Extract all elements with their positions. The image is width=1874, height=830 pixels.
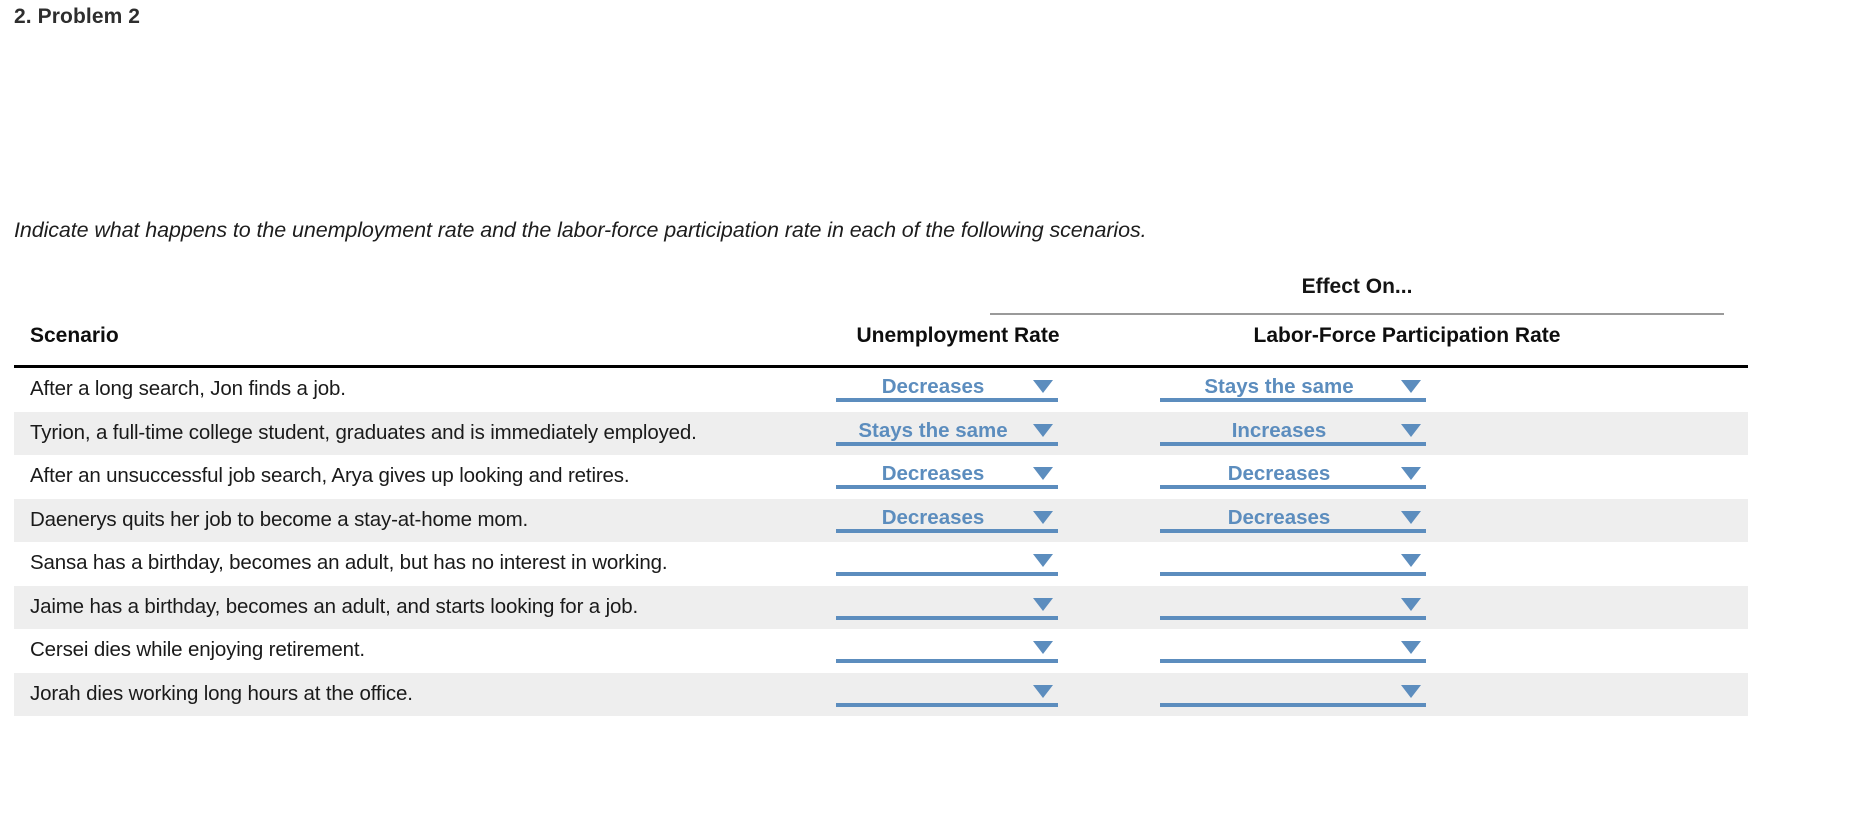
scenario-label: Tyrion, a full-time college student, gra… bbox=[30, 420, 697, 444]
dropdown-inner[interactable]: Stays the same bbox=[836, 416, 1058, 446]
dropdown-unemployment-rate[interactable] bbox=[836, 590, 1058, 626]
dropdown-labor-force-participation-rate[interactable]: Increases bbox=[1160, 416, 1426, 452]
dropdown-underline bbox=[836, 441, 1058, 446]
table-row: Jaime has a birthday, becomes an adult, … bbox=[14, 585, 1748, 629]
column-header-row: Scenario Unemployment Rate Labor-Force P… bbox=[14, 321, 1748, 363]
column-header-scenario: Scenario bbox=[30, 324, 119, 347]
table-row: Jorah dies working long hours at the off… bbox=[14, 672, 1748, 716]
dropdown-underline bbox=[1160, 659, 1426, 663]
dropdown-underline bbox=[1160, 528, 1426, 533]
instructions-text: Indicate what happens to the unemploymen… bbox=[14, 218, 1147, 242]
dropdown-labor-force-participation-rate[interactable]: Decreases bbox=[1160, 503, 1426, 539]
dropdown-underline bbox=[836, 528, 1058, 533]
dropdown-inner[interactable]: Decreases bbox=[836, 459, 1058, 489]
column-header-labor-force-participation-rate: Labor-Force Participation Rate bbox=[1253, 324, 1561, 347]
table-row: Tyrion, a full-time college student, gra… bbox=[14, 411, 1748, 455]
scenario-label: After an unsuccessful job search, Arya g… bbox=[30, 464, 630, 487]
group-header-effect-on: Effect On... bbox=[1301, 275, 1413, 298]
dropdown-inner[interactable]: Decreases bbox=[1160, 503, 1426, 533]
page-title: 2. Problem 2 bbox=[14, 5, 141, 28]
scenario-label: Jorah dies working long hours at the off… bbox=[30, 681, 413, 705]
dropdown-labor-force-participation-rate[interactable] bbox=[1160, 590, 1426, 626]
column-header-unemployment-rate: Unemployment Rate bbox=[856, 324, 1060, 347]
table-row: Sansa has a birthday, becomes an adult, … bbox=[14, 542, 1748, 586]
table-row: Daenerys quits her job to become a stay-… bbox=[14, 498, 1748, 542]
dropdown-unemployment-rate[interactable] bbox=[836, 633, 1058, 669]
scenario-label: After a long search, Jon finds a job. bbox=[30, 377, 346, 400]
dropdown-inner[interactable]: Decreases bbox=[1160, 459, 1426, 489]
dropdown-underline bbox=[1160, 572, 1426, 576]
dropdown-underline bbox=[836, 615, 1058, 620]
dropdown-inner[interactable] bbox=[836, 546, 1058, 576]
dropdown-underline bbox=[836, 398, 1058, 402]
group-header-divider bbox=[990, 313, 1724, 315]
dropdown-labor-force-participation-rate[interactable] bbox=[1160, 677, 1426, 713]
effects-table: Effect On... Scenario Unemployment Rate … bbox=[14, 275, 1748, 716]
scenario-label: Sansa has a birthday, becomes an adult, … bbox=[30, 551, 668, 574]
dropdown-labor-force-participation-rate[interactable] bbox=[1160, 633, 1426, 669]
scenario-label: Cersei dies while enjoying retirement. bbox=[30, 638, 365, 661]
dropdown-inner[interactable]: Decreases bbox=[836, 372, 1058, 402]
table-row: After an unsuccessful job search, Arya g… bbox=[14, 455, 1748, 499]
dropdown-inner[interactable] bbox=[1160, 546, 1426, 576]
dropdown-labor-force-participation-rate[interactable] bbox=[1160, 546, 1426, 582]
dropdown-inner[interactable]: Increases bbox=[1160, 416, 1426, 446]
table-body: After a long search, Jon finds a job. Dec… bbox=[14, 368, 1748, 716]
problem-page: 2. Problem 2 Indicate what happens to th… bbox=[0, 0, 1874, 830]
dropdown-inner[interactable] bbox=[836, 590, 1058, 620]
dropdown-unemployment-rate[interactable]: Decreases bbox=[836, 372, 1058, 408]
dropdown-inner[interactable]: Stays the same bbox=[1160, 372, 1426, 402]
dropdown-underline bbox=[836, 572, 1058, 576]
dropdown-labor-force-participation-rate[interactable]: Decreases bbox=[1160, 459, 1426, 495]
dropdown-underline bbox=[1160, 441, 1426, 446]
table-row: Cersei dies while enjoying retirement. bbox=[14, 629, 1748, 673]
dropdown-inner[interactable] bbox=[836, 633, 1058, 663]
scenario-label: Jaime has a birthday, becomes an adult, … bbox=[30, 594, 639, 618]
dropdown-unemployment-rate[interactable]: Stays the same bbox=[836, 416, 1058, 452]
dropdown-underline bbox=[836, 702, 1058, 707]
dropdown-unemployment-rate[interactable] bbox=[836, 546, 1058, 582]
dropdown-inner[interactable] bbox=[836, 677, 1058, 707]
dropdown-unemployment-rate[interactable] bbox=[836, 677, 1058, 713]
dropdown-underline bbox=[1160, 615, 1426, 620]
dropdown-unemployment-rate[interactable]: Decreases bbox=[836, 503, 1058, 539]
dropdown-underline bbox=[1160, 702, 1426, 707]
dropdown-underline bbox=[836, 659, 1058, 663]
dropdown-inner[interactable] bbox=[1160, 590, 1426, 620]
dropdown-underline bbox=[1160, 398, 1426, 402]
dropdown-inner[interactable] bbox=[1160, 677, 1426, 707]
scenario-label: Daenerys quits her job to become a stay-… bbox=[30, 507, 529, 531]
table-row: After a long search, Jon finds a job. Dec… bbox=[14, 368, 1748, 412]
dropdown-underline bbox=[836, 485, 1058, 489]
dropdown-inner[interactable]: Decreases bbox=[836, 503, 1058, 533]
group-header-row: Effect On... bbox=[14, 275, 1748, 321]
dropdown-inner[interactable] bbox=[1160, 633, 1426, 663]
dropdown-unemployment-rate[interactable]: Decreases bbox=[836, 459, 1058, 495]
dropdown-underline bbox=[1160, 485, 1426, 489]
dropdown-labor-force-participation-rate[interactable]: Stays the same bbox=[1160, 372, 1426, 408]
